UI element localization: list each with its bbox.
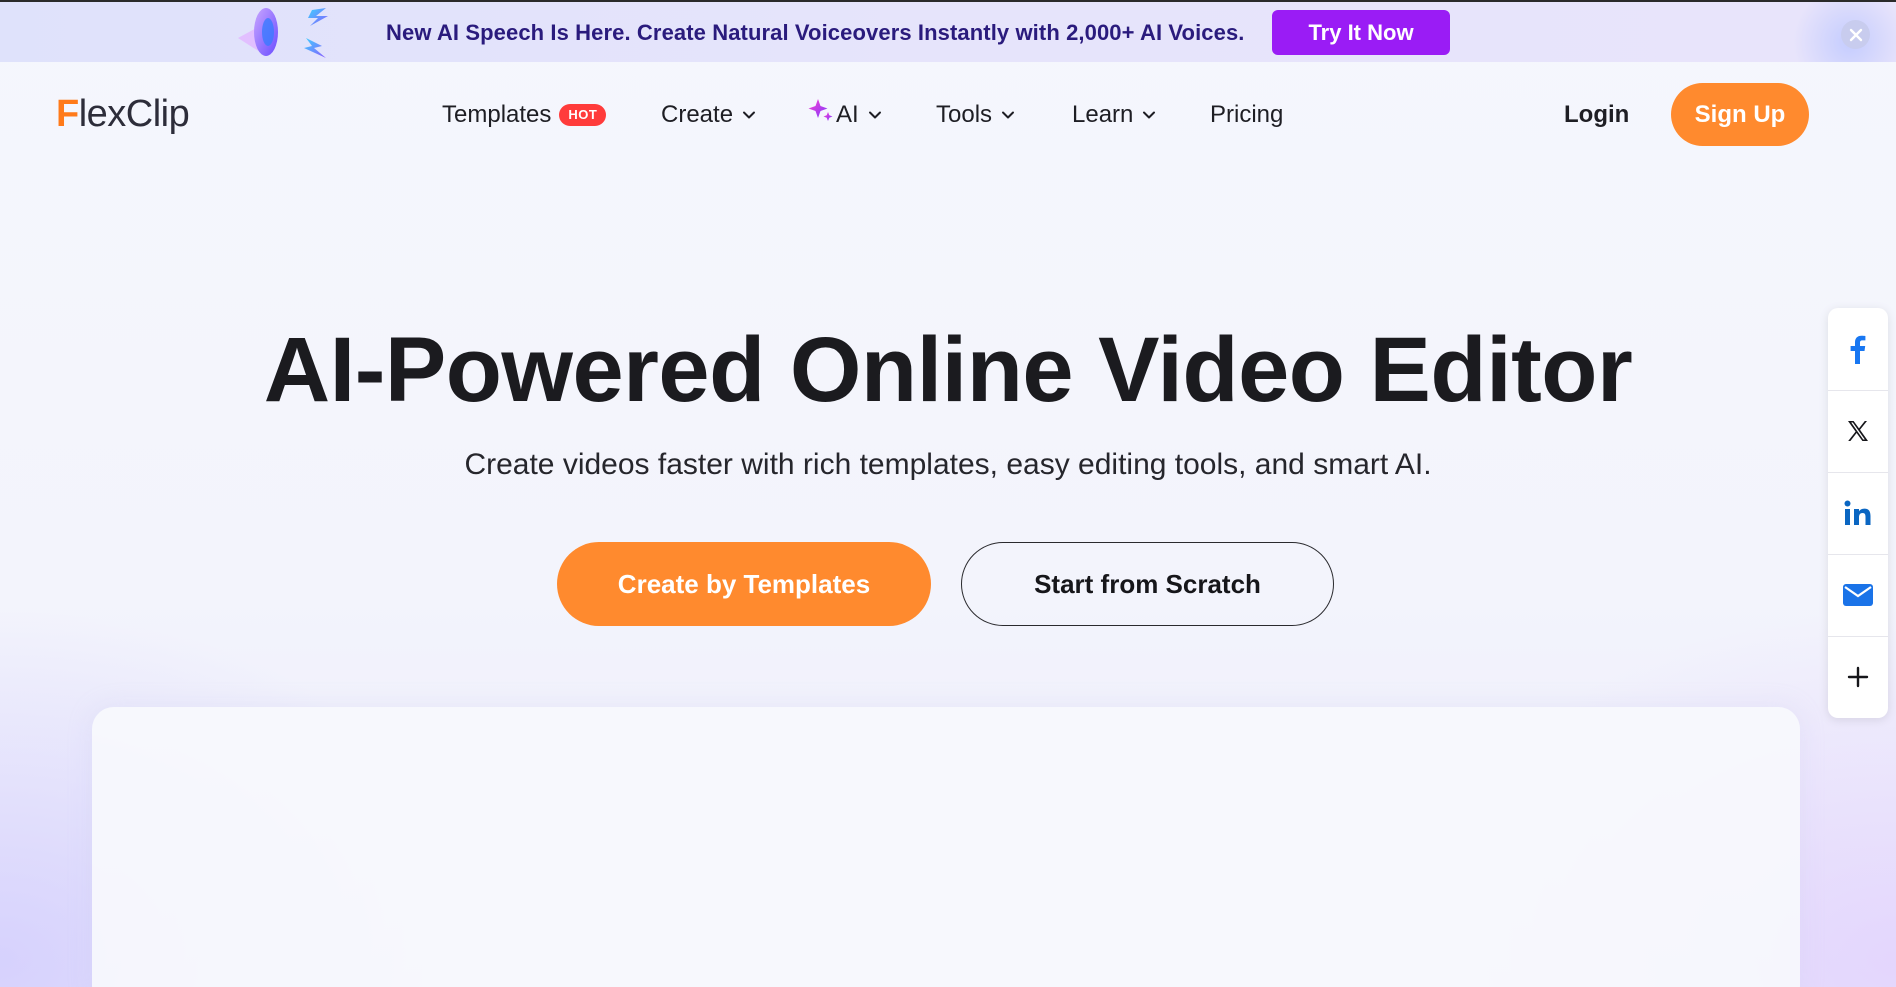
x-icon — [1848, 421, 1868, 441]
share-facebook[interactable] — [1828, 308, 1888, 390]
try-it-now-button[interactable]: Try It Now — [1272, 10, 1450, 55]
close-icon — [1849, 28, 1862, 41]
nav-learn-label: Learn — [1072, 101, 1134, 128]
hero-title: AI-Powered Online Video Editor — [263, 319, 1633, 421]
banner-message: New AI Speech Is Here. Create Natural Vo… — [386, 20, 1245, 45]
nav-tools[interactable]: Tools — [936, 98, 1016, 132]
sign-up-button[interactable]: Sign Up — [1671, 83, 1809, 146]
editor-preview-panel — [92, 707, 1800, 987]
nav-templates-label: Templates — [442, 101, 552, 128]
create-by-templates-button[interactable]: Create by Templates — [557, 542, 931, 626]
hero-subtitle: Create videos faster with rich templates… — [464, 448, 1432, 481]
nav-create[interactable]: Create — [661, 98, 757, 132]
nav-ai[interactable]: AI — [808, 98, 883, 132]
email-icon — [1843, 584, 1873, 606]
chevron-down-icon — [1002, 111, 1015, 119]
nav-pricing[interactable]: Pricing — [1210, 98, 1283, 132]
facebook-icon — [1850, 335, 1866, 364]
plus-icon — [1847, 666, 1869, 688]
share-x[interactable] — [1828, 390, 1888, 472]
social-share-bar — [1828, 308, 1888, 718]
banner-close-button[interactable] — [1841, 20, 1870, 49]
nav-pricing-label: Pricing — [1210, 101, 1284, 128]
logo-text: FlexClip — [56, 92, 190, 135]
nav-learn[interactable]: Learn — [1072, 98, 1157, 132]
nav-ai-label: AI — [836, 101, 859, 128]
banner-glow — [1780, 2, 1896, 62]
share-email[interactable] — [1828, 554, 1888, 636]
start-from-scratch-button[interactable]: Start from Scratch — [961, 542, 1334, 626]
chevron-down-icon — [868, 111, 881, 119]
chevron-down-icon — [1143, 111, 1156, 119]
nav-create-label: Create — [661, 101, 734, 128]
announcement-banner: New AI Speech Is Here. Create Natural Vo… — [0, 2, 1896, 62]
share-more[interactable] — [1828, 636, 1888, 718]
share-linkedin[interactable] — [1828, 472, 1888, 554]
hot-badge: HOT — [559, 104, 607, 126]
sparkle-icon — [808, 99, 833, 121]
page: New AI Speech Is Here. Create Natural Vo… — [0, 0, 1896, 987]
nav-tools-label: Tools — [936, 101, 993, 128]
chevron-down-icon — [743, 111, 756, 119]
login-link[interactable]: Login — [1564, 98, 1629, 132]
flexclip-logo[interactable]: FlexClip — [56, 92, 190, 136]
megaphone-icon — [238, 8, 328, 58]
nav-templates[interactable]: Templates HOT — [442, 98, 607, 132]
linkedin-icon — [1844, 500, 1871, 525]
